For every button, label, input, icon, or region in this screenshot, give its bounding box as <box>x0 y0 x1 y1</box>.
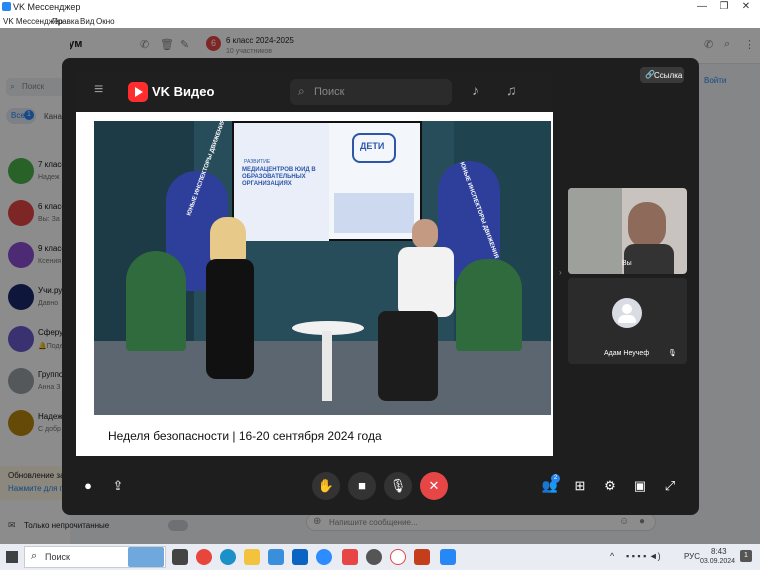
chrome-icon[interactable] <box>196 549 212 565</box>
plant-left <box>126 251 186 351</box>
participant-tile-self[interactable]: Вы <box>568 188 687 274</box>
screen-title: МЕДИАЦЕНТРОВ ЮИД В ОБРАЗОВАТЕЛЬНЫХ ОРГАН… <box>242 167 316 187</box>
coffee-table-stand <box>322 331 332 401</box>
link-button[interactable]: 🔗 Ссылка <box>640 67 684 83</box>
app-icon <box>2 2 11 11</box>
screen-logo-frame: ДЕТИ <box>352 133 396 163</box>
participant-label: Вы <box>622 260 632 267</box>
grid-layout-icon[interactable]: ⊞ <box>566 472 594 500</box>
clock-time[interactable]: 8:43 <box>711 547 727 556</box>
search-icon: ⌕ <box>31 550 38 562</box>
app-icon[interactable] <box>366 549 382 565</box>
collapse-panel-icon[interactable]: › <box>559 268 562 277</box>
close-window-button[interactable]: ✕ <box>732 0 760 14</box>
yandex-icon[interactable] <box>342 549 358 565</box>
menu-item-edit[interactable]: Правка <box>52 17 79 26</box>
screen-illustration <box>334 193 414 233</box>
explorer-icon[interactable] <box>244 549 260 565</box>
powerpoint-icon[interactable] <box>414 549 430 565</box>
windows-taskbar: ⌕ Поиск ^ ▪ ▪ ▪ ▪ ◄) РУС 8:43 03.09.2024… <box>0 544 760 570</box>
menu-item-view[interactable]: Вид <box>80 17 94 26</box>
wallpaper-bg <box>568 188 622 274</box>
video-frame[interactable]: РАЗВИТИЕ МЕДИАЦЕНТРОВ ЮИД В ОБРАЗОВАТЕЛЬ… <box>94 121 551 415</box>
participants-count-badge: 2 <box>551 474 560 483</box>
bell-icon[interactable]: ♪ <box>472 82 479 98</box>
tray-icons[interactable]: ▪ ▪ ▪ ▪ ◄) <box>626 551 661 561</box>
fullscreen-icon[interactable]: ⤢ <box>656 472 684 500</box>
player-search-input[interactable]: ⌕ Поиск <box>290 79 452 105</box>
host-hair <box>210 217 246 263</box>
search-highlight-image <box>128 547 164 567</box>
window-titlebar: VK Мессенджер — ❐ ✕ <box>0 0 760 14</box>
guest-head <box>412 219 438 249</box>
windows-start-icon[interactable] <box>6 551 18 563</box>
music-icon[interactable]: ♫ <box>506 82 517 98</box>
mic-off-icon: 🎙 <box>668 350 677 357</box>
guest-man <box>398 247 454 317</box>
presentation-screen: РАЗВИТИЕ МЕДИАЦЕНТРОВ ЮИД В ОБРАЗОВАТЕЛЬ… <box>232 121 422 241</box>
guest-trousers <box>378 311 438 401</box>
participant-name: Адам Неучеф <box>604 350 650 357</box>
avatar <box>612 298 642 328</box>
link-label: Ссылка <box>654 71 683 80</box>
banner-left-text: ЮНЫЕ ИНСПЕКТОРЫ ДВИЖЕНИЯ <box>186 121 227 217</box>
player-header: ≡ VK Видео ⌕ Поиск ♪ ♫ <box>76 72 553 112</box>
edge-icon[interactable] <box>220 549 236 565</box>
participant-body <box>624 244 674 274</box>
tray-chevron-icon[interactable]: ^ <box>610 551 614 561</box>
menu-item-window[interactable]: Окно <box>96 17 115 26</box>
banner-right-text: ЮНЫЕ ИНСПЕКТОРЫ ДВИЖЕНИЯ <box>458 161 499 260</box>
picture-in-picture-icon[interactable]: ▣ <box>626 472 654 500</box>
task-view-icon[interactable] <box>172 549 188 565</box>
player-search-placeholder: Поиск <box>314 86 345 98</box>
hamburger-icon[interactable]: ≡ <box>94 82 103 98</box>
window-title: VK Мессенджер <box>13 2 81 12</box>
screen-kicker: РАЗВИТИЕ <box>244 159 271 165</box>
host-woman <box>206 259 254 379</box>
chat-bubble-icon[interactable]: ● <box>74 472 102 500</box>
yandex-browser-icon[interactable] <box>390 549 406 565</box>
settings-icon[interactable]: ⚙ <box>596 472 624 500</box>
taskbar-search-placeholder: Поиск <box>45 552 70 562</box>
video-caption: Неделя безопасности | 16-20 сентября 202… <box>108 429 382 443</box>
vk-video-brand: VK Видео <box>152 84 215 99</box>
plant-right <box>456 259 522 351</box>
mail-icon[interactable] <box>292 549 308 565</box>
clock-date[interactable]: 03.09.2024 <box>700 558 735 565</box>
notifications-icon[interactable]: 1 <box>740 550 752 562</box>
screen-logo: ДЕТИ <box>360 141 385 151</box>
search-icon: ⌕ <box>298 84 305 98</box>
participant-face <box>628 202 666 248</box>
vk-messenger-icon[interactable] <box>440 549 456 565</box>
app-icon[interactable] <box>316 549 332 565</box>
end-call-button[interactable]: ✕ <box>420 472 448 500</box>
video-caption-bar: Неделя безопасности | 16-20 сентября 202… <box>94 415 551 456</box>
microphone-button[interactable]: 🎙 <box>384 472 412 500</box>
share-screen-icon[interactable]: ⇪ <box>104 472 132 500</box>
camera-button[interactable]: ■ <box>348 472 376 500</box>
language-indicator[interactable]: РУС <box>684 552 700 561</box>
store-icon[interactable] <box>268 549 284 565</box>
vk-video-logo-icon <box>128 82 148 102</box>
participant-tile-other[interactable]: Адам Неучеф 🎙 <box>568 278 687 364</box>
menu-bar: VK Мессенджер Правка Вид Окно <box>0 14 760 28</box>
raise-hand-button[interactable]: ✋ <box>312 472 340 500</box>
